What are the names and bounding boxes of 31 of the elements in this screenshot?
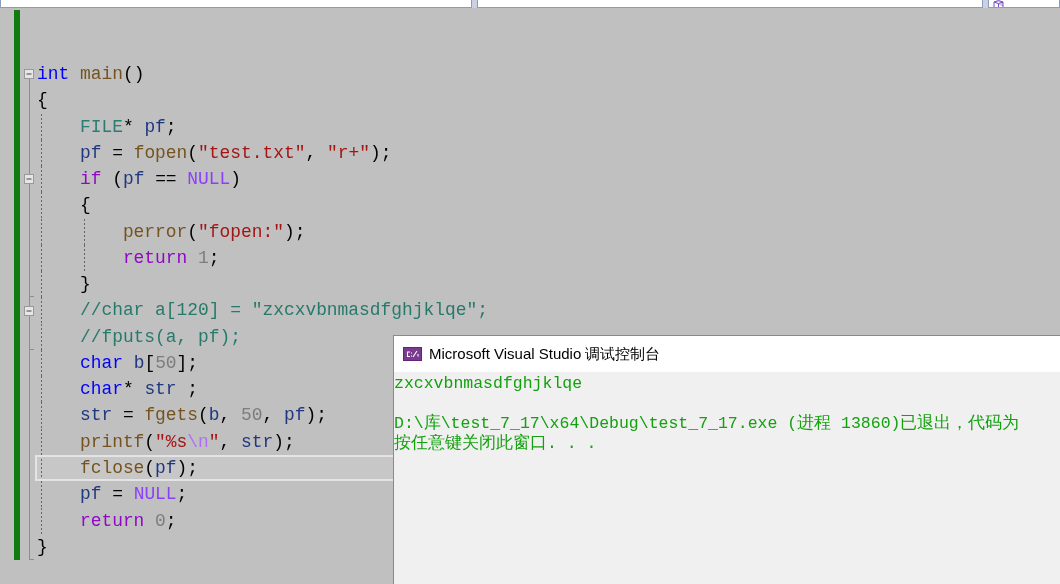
code-line: pf = NULL; <box>79 483 188 507</box>
code-line: } <box>79 273 91 297</box>
code-line: FILE* pf; <box>79 115 177 139</box>
window-title: Microsoft Visual Studio 调试控制台 <box>429 343 661 364</box>
code-line: return 1; <box>122 246 220 270</box>
code-line: return 0; <box>79 509 177 533</box>
dropdown-field[interactable] <box>477 0 983 8</box>
console-output-line: 按任意键关闭此窗口. . . <box>394 434 597 454</box>
code-line: int main() <box>37 63 145 86</box>
console-output-line: D:\库\test_7_17\x64\Debug\test_7_17.exe (进程 13860)已退出，代码为 <box>394 414 1020 433</box>
code-line: //char a[120] = "zxcxvbnmasdfghjklqe"; <box>79 299 488 323</box>
fold-minus-icon[interactable] <box>24 305 34 316</box>
console-output-line: zxcxvbnmasdfghjklqe <box>394 374 583 394</box>
code-line: char b[50]; <box>79 351 199 375</box>
fold-minus-icon[interactable] <box>24 174 34 185</box>
code-line: if (pf == NULL) <box>79 168 242 192</box>
code-line: { <box>37 89 48 113</box>
code-line: pf = fopen("test.txt", "r+"); <box>79 141 392 165</box>
code-line: //fputs(a, pf); <box>79 325 241 349</box>
fold-minus-icon[interactable] <box>24 69 34 80</box>
code-line: printf("%s\n", str); <box>79 430 295 454</box>
dropdown-field[interactable] <box>988 0 1060 8</box>
code-line: } <box>37 535 48 559</box>
dropdown-field[interactable] <box>0 0 472 8</box>
console-app-icon <box>403 347 422 361</box>
code-line: { <box>79 194 91 218</box>
code-line: str = fgets(b, 50, pf); <box>79 404 327 428</box>
code-line: char* str ; <box>79 378 199 402</box>
code-line: perror("fopen:"); <box>122 220 306 244</box>
cube-icon <box>993 0 1004 7</box>
code-line: fclose(pf); <box>79 457 199 480</box>
